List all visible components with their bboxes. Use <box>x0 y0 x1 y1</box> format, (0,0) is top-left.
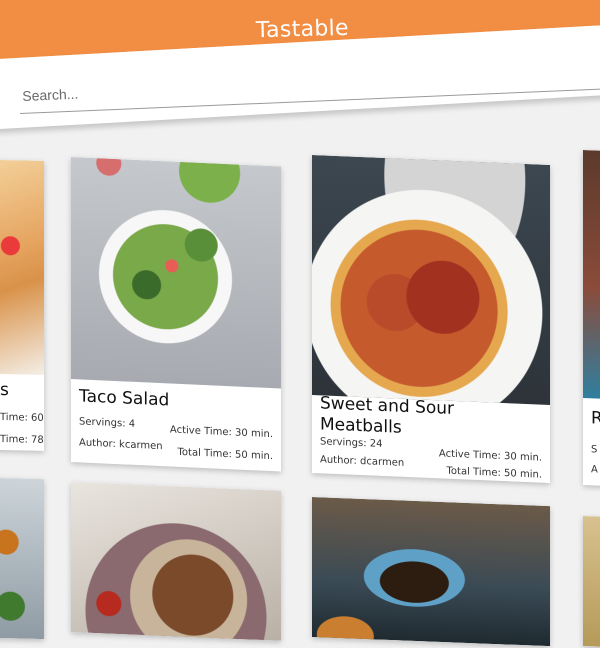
recipe-title: Sweet and Sour Meatballs <box>320 393 455 439</box>
recipe-total-time: Total Time: 50 min. <box>177 446 274 463</box>
recipe-image <box>71 482 281 641</box>
recipe-card[interactable] <box>312 497 550 647</box>
recipe-image <box>0 159 44 375</box>
recipe-title: s <box>0 379 9 401</box>
recipe-total-time: Time: 78 min. <box>0 433 44 446</box>
recipe-title: Taco Salad <box>79 386 170 411</box>
recipe-image <box>583 150 600 401</box>
recipe-title: R <box>591 408 600 429</box>
recipe-servings: Servings: 4 <box>79 416 136 430</box>
recipe-image <box>312 155 550 405</box>
recipe-active-time: Time: 60 min. <box>0 411 44 424</box>
recipe-image <box>583 516 600 648</box>
recipe-servings: S <box>591 444 598 456</box>
recipe-card[interactable]: s Time: 60 min. Time: 78 min. <box>0 159 44 451</box>
recipe-active-time: Active Time: 30 min. <box>438 448 542 464</box>
recipe-active-time: Active Time: 30 min. <box>169 424 273 441</box>
recipe-image <box>0 476 44 640</box>
recipe-image <box>312 497 550 647</box>
recipe-image <box>71 157 281 389</box>
recipe-card[interactable] <box>71 482 281 641</box>
recipe-servings: Servings: 24 <box>320 436 383 450</box>
recipe-card[interactable]: R S A <box>583 150 600 488</box>
recipe-card[interactable] <box>583 516 600 648</box>
recipe-author: A <box>591 464 598 476</box>
recipe-author: Author: kcarmen <box>79 437 163 453</box>
recipe-card[interactable]: Sweet and Sour Meatballs Servings: 24 Ac… <box>312 155 550 483</box>
recipe-total-time: Total Time: 50 min. <box>446 465 543 481</box>
recipe-card[interactable] <box>0 476 44 640</box>
recipe-author: Author: dcarmen <box>320 454 405 469</box>
recipe-card[interactable]: Taco Salad Servings: 4 Active Time: 30 m… <box>71 157 281 472</box>
